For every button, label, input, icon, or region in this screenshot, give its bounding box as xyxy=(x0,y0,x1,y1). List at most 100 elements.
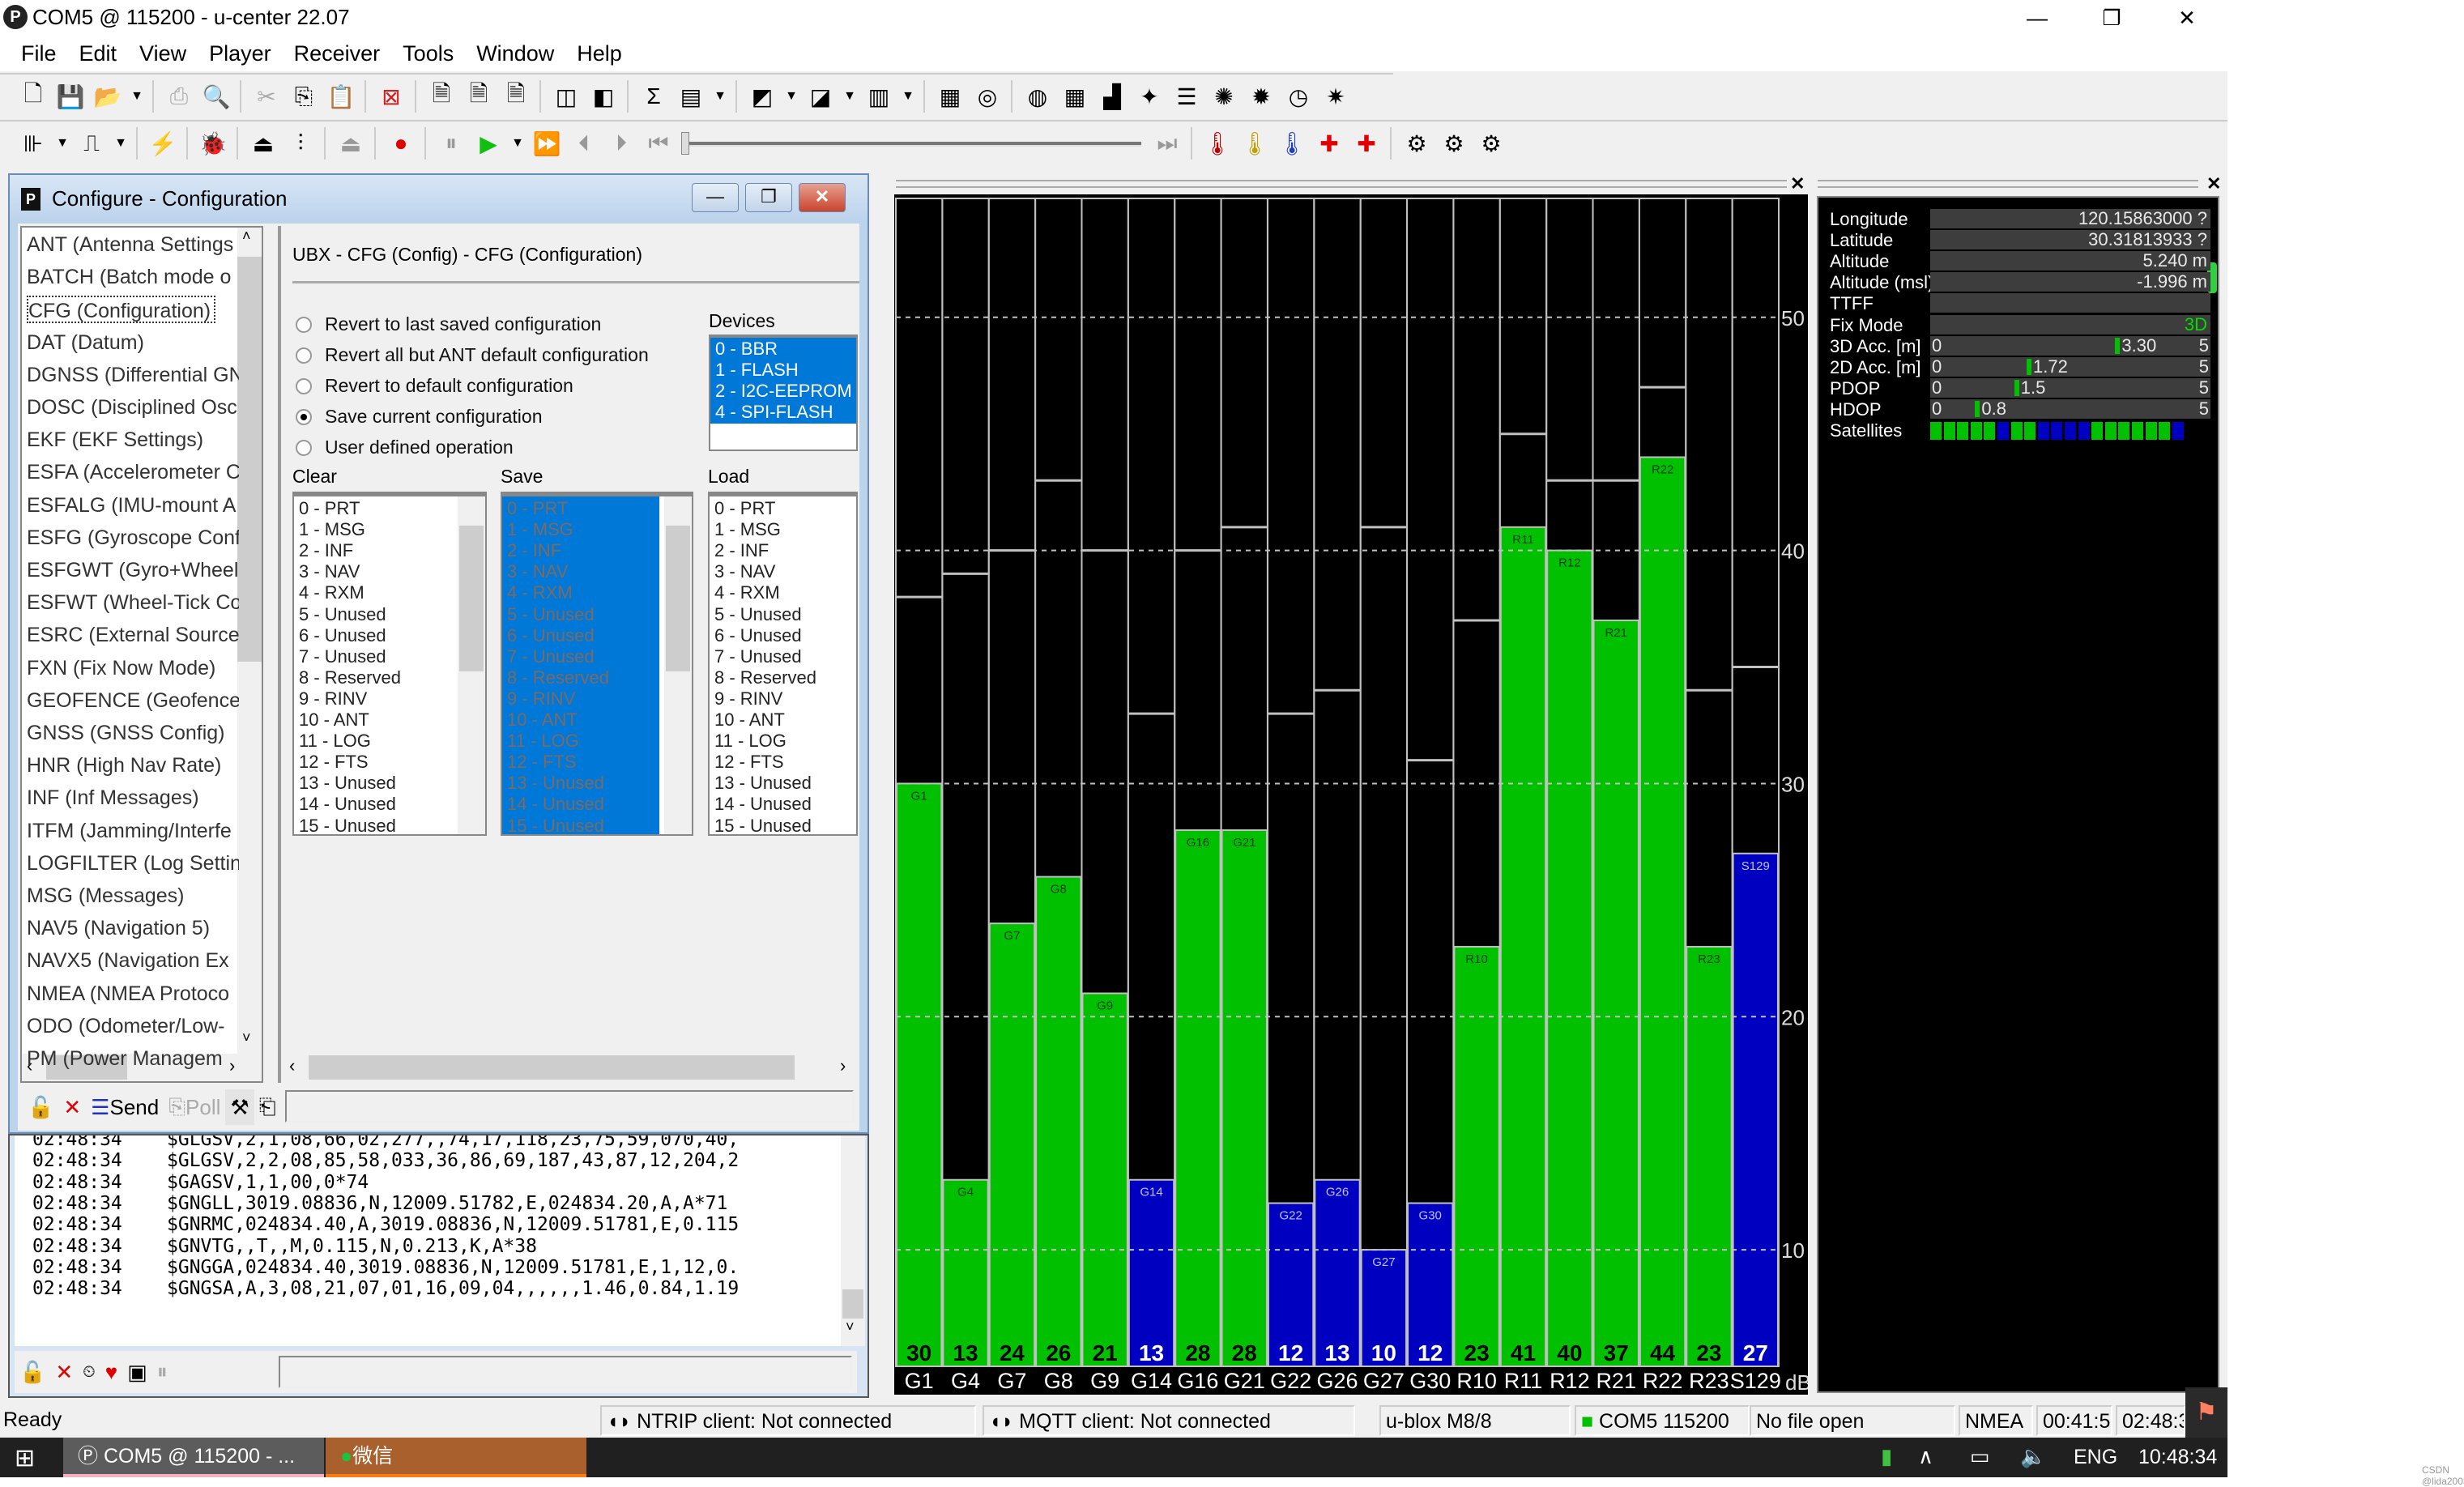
menu-edit[interactable]: Edit xyxy=(68,41,129,66)
clear-listbox[interactable]: 0 - PRT 1 - MSG 2 - INF 3 - NAV 4 - RXM 5 - U… xyxy=(292,492,487,836)
block-item[interactable]: 10 - ANT xyxy=(507,709,578,731)
signal-bar-G1[interactable] xyxy=(896,782,943,1367)
playback-slider[interactable] xyxy=(678,126,1148,161)
tree-item[interactable]: GNSS (GNSS Config) xyxy=(27,719,239,747)
dropdown-icon[interactable]: ▼ xyxy=(508,126,527,161)
block-item[interactable]: 5 - Unused xyxy=(714,604,802,625)
satellite-view-icon[interactable]: ✷ xyxy=(1318,79,1353,114)
dialog-close-button[interactable]: ✕ xyxy=(799,183,846,212)
pane-hscroll-thumb[interactable] xyxy=(309,1055,795,1080)
menu-help[interactable]: Help xyxy=(565,41,633,66)
lock-icon[interactable]: 🔓 xyxy=(15,1354,50,1390)
dropdown-icon[interactable]: ▼ xyxy=(53,126,72,161)
list-scrollbar[interactable] xyxy=(664,496,692,834)
block-item[interactable]: 1 - MSG xyxy=(507,519,573,540)
menu-file[interactable]: File xyxy=(10,41,68,66)
tree-item[interactable]: MSG (Messages) xyxy=(27,882,239,910)
cold-start-icon[interactable]: 🌡 xyxy=(1274,126,1310,161)
block-item[interactable]: 12 - FTS xyxy=(299,752,369,773)
menu-tools[interactable]: Tools xyxy=(391,41,465,66)
tree-item[interactable]: LOGFILTER (Log Settin xyxy=(27,850,239,877)
block-item[interactable]: 15 - Unused xyxy=(299,816,396,835)
tree-item[interactable]: INF (Inf Messages) xyxy=(27,784,239,812)
block-item[interactable]: 0 - PRT xyxy=(299,498,360,519)
split-vertical-icon[interactable]: ◧ xyxy=(586,79,621,114)
save-listbox[interactable]: 0 - PRT 1 - MSG 2 - INF 3 - NAV 4 - RXM 5 - U… xyxy=(501,492,693,836)
disconnect-icon[interactable]: ⊠ xyxy=(373,79,409,114)
device-item[interactable]: 1 - FLASH xyxy=(715,360,799,381)
clock-view-icon[interactable]: ◷ xyxy=(1281,79,1316,114)
taskbar-item-ucenter[interactable]: Ⓟ COM5 @ 115200 - ... xyxy=(63,1438,324,1477)
radio-button[interactable] xyxy=(296,439,312,456)
radio-button[interactable] xyxy=(296,408,312,425)
debug-icon[interactable]: 🐞 xyxy=(195,126,231,161)
notification-flag-icon[interactable]: ⚑ xyxy=(2185,1387,2227,1438)
ntrip-status[interactable]: ◖◗ NTRIP client: Not connected xyxy=(600,1405,976,1436)
signal-bar-G14[interactable] xyxy=(1128,1178,1175,1367)
signal-view-icon[interactable]: ▟ xyxy=(1094,79,1130,114)
dialog-maximize-button[interactable]: ❐ xyxy=(745,183,792,212)
block-item[interactable]: 14 - Unused xyxy=(507,794,604,815)
radio-option[interactable]: Revert to last saved configuration xyxy=(296,313,601,335)
windows-start-icon[interactable]: ⊞ xyxy=(15,1444,35,1472)
tree-item[interactable]: ESRC (External Source xyxy=(27,621,239,649)
tree-item[interactable]: DOSC (Disciplined Osc xyxy=(27,394,239,421)
tree-vertical-scrollbar[interactable]: ˄ ˅ xyxy=(237,228,262,1054)
deviation-view-icon[interactable]: ✦ xyxy=(1132,79,1167,114)
statistics-icon[interactable]: Σ xyxy=(636,79,671,114)
radio-button[interactable] xyxy=(296,316,312,333)
console-text[interactable]: 02:48:34 $GLGSV,2,1,08,66,02,277,,74,17,1… xyxy=(15,1135,841,1346)
go-start-icon[interactable]: ⏮ xyxy=(641,126,676,161)
block-item[interactable]: 1 - MSG xyxy=(299,519,365,540)
tree-scroll-thumb[interactable] xyxy=(237,257,262,662)
block-item[interactable]: 10 - ANT xyxy=(299,709,369,731)
dropdown-icon[interactable]: ▼ xyxy=(710,79,730,114)
signal-bar-R22[interactable] xyxy=(1639,456,1686,1368)
dropdown-icon[interactable]: ▼ xyxy=(840,79,859,114)
scroll-up-icon[interactable]: ˄ xyxy=(242,228,251,245)
block-item[interactable]: 8 - Reserved xyxy=(714,667,816,688)
warm-start-icon[interactable]: 🌡 xyxy=(1237,126,1272,161)
mqtt-status[interactable]: ◖◗ MQTT client: Not connected xyxy=(983,1405,1355,1436)
radio-button[interactable] xyxy=(296,347,312,364)
compass-view-icon[interactable]: ◍ xyxy=(1020,79,1055,114)
device-item[interactable]: 0 - BBR xyxy=(715,339,778,360)
tree-item[interactable]: BATCH (Batch mode o xyxy=(27,263,239,291)
tree-item[interactable]: PM (Power Managem xyxy=(27,1045,239,1072)
cut-icon[interactable]: ✂ xyxy=(249,79,284,114)
block-item[interactable]: 7 - Unused xyxy=(714,646,802,667)
step-forward-icon[interactable]: ⏵ xyxy=(603,126,639,161)
block-item[interactable]: 9 - RINV xyxy=(507,688,575,709)
message-tree[interactable]: ˄ ˅ ‹ › ANT (Antenna Settings BATCH (Batc… xyxy=(20,226,263,1083)
pause-icon[interactable]: ⏸ xyxy=(433,126,469,161)
tree-item[interactable]: NAV5 (Navigation 5) xyxy=(27,914,239,942)
block-item[interactable]: 10 - ANT xyxy=(714,709,785,731)
eject-icon[interactable]: ⏏ xyxy=(333,126,369,161)
block-item[interactable]: 3 - NAV xyxy=(507,561,568,582)
signal-bar-G9[interactable] xyxy=(1081,992,1128,1367)
dropdown-icon[interactable]: ▼ xyxy=(898,79,918,114)
gear-save-icon[interactable]: ⚙ xyxy=(1399,126,1434,161)
signal-bar-S129[interactable] xyxy=(1732,852,1780,1367)
gear-load-icon[interactable]: ⚙ xyxy=(1436,126,1472,161)
block-item[interactable]: 5 - Unused xyxy=(299,604,386,625)
msg-reset-a-icon[interactable]: ✚ xyxy=(1311,126,1347,161)
block-item[interactable]: 6 - Unused xyxy=(507,625,595,646)
port-status[interactable]: ■ COM5 115200 xyxy=(1575,1405,1750,1436)
map-view-icon[interactable]: ▦ xyxy=(932,79,968,114)
tree-item[interactable]: ESFALG (IMU-mount A xyxy=(27,492,239,519)
dots-view-icon[interactable]: ▦ xyxy=(1057,79,1093,114)
go-end-icon[interactable]: ⏭ xyxy=(1149,126,1185,161)
minimize-button[interactable]: — xyxy=(2001,2,2074,34)
signal-bar-R23[interactable] xyxy=(1686,945,1733,1367)
scroll-down-icon[interactable]: ˅ xyxy=(242,1029,251,1046)
signal-bar-G21[interactable] xyxy=(1221,829,1268,1367)
pause-icon[interactable]: ⏸ xyxy=(152,1354,173,1390)
dialog-hex-field[interactable] xyxy=(285,1090,854,1123)
signal-bar-G8[interactable] xyxy=(1035,876,1082,1367)
block-item[interactable]: 14 - Unused xyxy=(299,794,396,815)
device-item[interactable]: 2 - I2C-EEPROM xyxy=(715,381,852,402)
tree-item[interactable]: EKF (EKF Settings) xyxy=(27,426,239,454)
tree-item[interactable]: ESFGWT (Gyro+Wheel xyxy=(27,556,239,584)
block-item[interactable]: 4 - RXM xyxy=(507,582,573,603)
